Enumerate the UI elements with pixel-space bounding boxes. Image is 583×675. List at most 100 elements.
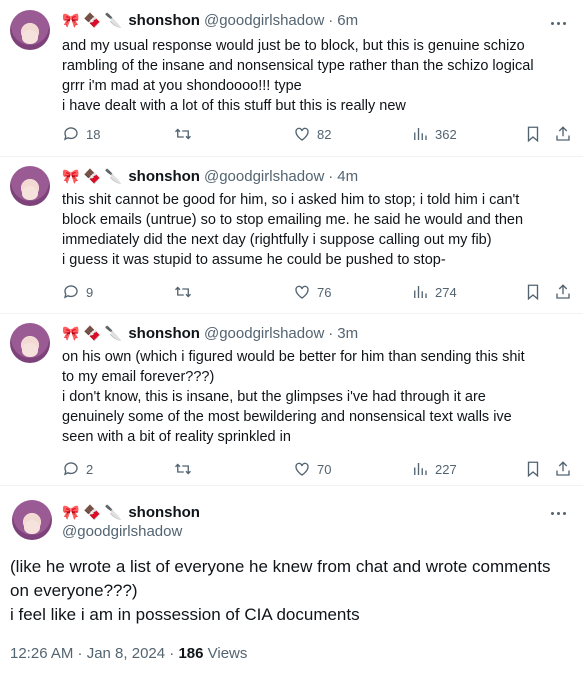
handle[interactable]: @goodgirlshadow [204, 168, 324, 185]
tweet-line: on everyone???) [10, 581, 138, 600]
share-button[interactable] [554, 283, 572, 301]
divider [0, 313, 583, 314]
views-icon [414, 286, 427, 298]
tweet-line: to my email forever???) [62, 369, 215, 385]
chocolate-emoji-icon: 🍫 [83, 12, 101, 28]
divider [0, 485, 583, 486]
name-emojis: 🎀 🍫 🔪 [62, 12, 122, 28]
handle[interactable]: @goodgirlshadow [62, 523, 200, 540]
like-icon [295, 285, 309, 299]
bow-emoji-icon: 🎀 [62, 504, 80, 520]
handle[interactable]: @goodgirlshadow [204, 325, 324, 342]
share-button[interactable] [554, 460, 572, 478]
reply-button[interactable]: 9 [62, 283, 93, 301]
views-button[interactable]: 227 [411, 460, 457, 478]
reply-button[interactable]: 18 [62, 125, 100, 143]
tweet-line: on his own (which i figured would be bet… [62, 349, 525, 365]
views-label: Views [203, 645, 248, 662]
tweet-text: (like he wrote a list of everyone he kne… [10, 555, 575, 627]
like-button[interactable]: 76 [293, 283, 331, 301]
chocolate-emoji-icon: 🍫 [83, 325, 101, 341]
bookmark-button[interactable] [524, 283, 542, 301]
timestamp[interactable]: 4m [337, 168, 358, 185]
bookmark-icon [527, 461, 539, 478]
bow-emoji-icon: 🎀 [62, 12, 80, 28]
tweet-text: and my usual response would just be to b… [62, 36, 572, 116]
views-icon [414, 463, 427, 475]
tweet-text: on his own (which i figured would be bet… [62, 347, 572, 447]
tweet-timestamp[interactable]: 12:26 AM · Jan 8, 2024 · 186 Views [10, 645, 247, 662]
bow-emoji-icon: 🎀 [62, 168, 80, 184]
reply-count: 9 [86, 284, 94, 300]
views-count: 362 [435, 126, 457, 142]
retweet-icon [175, 286, 191, 298]
tweet-text: this shit cannot be good for him, so i a… [62, 190, 572, 270]
name-emojis: 🎀 🍫 🔪 [62, 325, 122, 341]
display-name[interactable]: shonshon [128, 325, 200, 342]
tweet-line: grrr i'm mad at you shondoooo!!! type [62, 78, 302, 94]
retweet-icon [175, 463, 191, 475]
share-icon [556, 126, 570, 141]
display-name[interactable]: shonshon [128, 12, 200, 29]
like-icon [295, 462, 309, 476]
action-bar: 18 82 362 [62, 124, 574, 144]
more-options-icon[interactable] [551, 14, 571, 32]
views-icon [414, 128, 427, 140]
tweet-line: i feel like i am in possession of CIA do… [10, 605, 360, 624]
timestamp[interactable]: 6m [337, 12, 358, 29]
reply-icon [63, 285, 78, 299]
retweet-button[interactable] [174, 460, 192, 478]
tweet-line: genuinely some of the most bewildering a… [62, 409, 512, 425]
views-count: 227 [435, 461, 457, 477]
more-options-icon[interactable] [551, 504, 571, 522]
timestamp[interactable]: 3m [337, 325, 358, 342]
reply-icon [63, 127, 78, 141]
views-button[interactable]: 362 [411, 125, 457, 143]
bookmark-icon [527, 126, 539, 143]
tweet-line: (like he wrote a list of everyone he kne… [10, 557, 551, 576]
avatar[interactable] [10, 166, 50, 206]
tweet-line: i don't know, this is insane, but the gl… [62, 389, 486, 405]
avatar[interactable] [10, 323, 50, 363]
like-count: 76 [317, 284, 332, 300]
share-button[interactable] [554, 125, 572, 143]
like-button[interactable]: 70 [293, 460, 331, 478]
reply-icon [63, 462, 78, 476]
knife-emoji-icon: 🔪 [104, 325, 123, 341]
reply-button[interactable]: 2 [62, 460, 93, 478]
action-bar: 2 70 227 [62, 459, 574, 479]
name-emojis: 🎀 🍫 🔪 [62, 504, 122, 520]
reply-count: 2 [86, 461, 94, 477]
tweet-line: i have dealt with a lot of this stuff bu… [62, 98, 406, 114]
tweet-line: i guess it was stupid to assume he could… [62, 252, 446, 268]
like-count: 70 [317, 461, 332, 477]
tweet-line: block emails (untrue) so to stop emailin… [62, 212, 524, 228]
avatar[interactable] [10, 10, 50, 50]
divider [0, 156, 583, 157]
share-icon [556, 461, 570, 476]
bookmark-button[interactable] [524, 125, 542, 143]
like-button[interactable]: 82 [293, 125, 331, 143]
tweet-line: this shit cannot be good for him, so i a… [62, 192, 520, 208]
name-emojis: 🎀 🍫 🔪 [62, 168, 122, 184]
bookmark-button[interactable] [524, 460, 542, 478]
knife-emoji-icon: 🔪 [104, 168, 123, 184]
display-name[interactable]: shonshon [128, 504, 200, 521]
like-count: 82 [317, 126, 332, 142]
like-icon [295, 127, 309, 141]
views-button[interactable]: 274 [411, 283, 457, 301]
retweet-button[interactable] [174, 125, 192, 143]
bookmark-icon [527, 284, 539, 301]
reply-count: 18 [86, 126, 101, 142]
knife-emoji-icon: 🔪 [104, 12, 123, 28]
retweet-button[interactable] [174, 283, 192, 301]
avatar[interactable] [12, 500, 52, 540]
tweet-line: rambling of the insane and nonsensical t… [62, 58, 534, 74]
chocolate-emoji-icon: 🍫 [83, 504, 101, 520]
display-name[interactable]: shonshon [128, 168, 200, 185]
tweet-line: and my usual response would just be to b… [62, 38, 525, 54]
retweet-icon [175, 128, 191, 140]
tweet-line: immediately did the next day (rightfully… [62, 232, 492, 248]
handle[interactable]: @goodgirlshadow [204, 12, 324, 29]
views-count: 186 [178, 645, 204, 662]
